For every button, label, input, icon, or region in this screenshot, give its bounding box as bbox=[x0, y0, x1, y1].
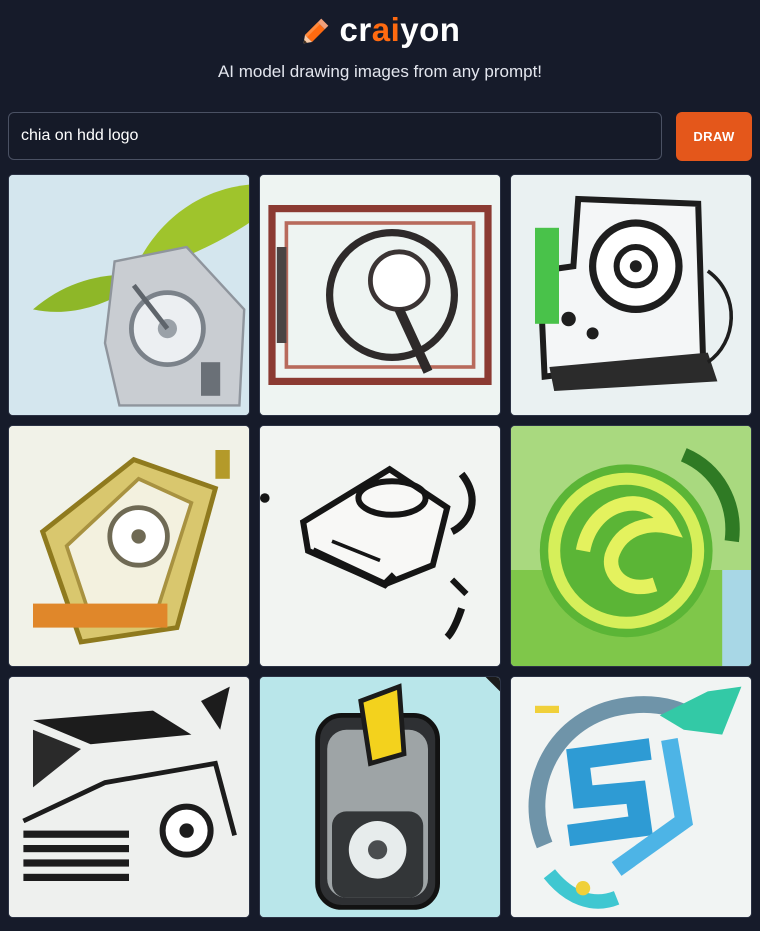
result-image-2[interactable] bbox=[259, 174, 501, 416]
result-image-3[interactable] bbox=[510, 174, 752, 416]
result-image-9[interactable] bbox=[510, 676, 752, 918]
header: craiyon AI model drawing images from any… bbox=[0, 0, 760, 100]
result-image-1[interactable] bbox=[8, 174, 250, 416]
logo-text: craiyon bbox=[339, 11, 461, 48]
result-image-6[interactable] bbox=[510, 425, 752, 667]
result-image-7[interactable] bbox=[8, 676, 250, 918]
tagline: AI model drawing images from any prompt! bbox=[217, 62, 543, 81]
craiyon-logo[interactable]: craiyon bbox=[0, 8, 760, 52]
pencil-icon bbox=[303, 18, 328, 44]
result-image-4[interactable] bbox=[8, 425, 250, 667]
draw-button[interactable]: DRAW bbox=[676, 112, 752, 161]
result-image-5[interactable] bbox=[259, 425, 501, 667]
prompt-input[interactable] bbox=[8, 112, 662, 160]
results-grid bbox=[8, 174, 752, 918]
result-image-8[interactable] bbox=[259, 676, 501, 918]
